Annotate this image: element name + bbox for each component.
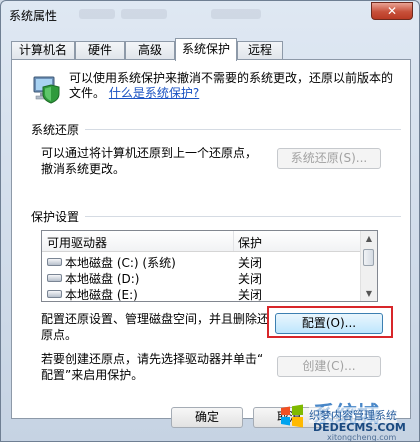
create-description-line1: 若要创建还原点，请先选择驱动器并单击“ — [41, 352, 264, 366]
configure-description-line2: 原点。 — [41, 328, 78, 342]
blurred-title-decoration — [79, 9, 115, 19]
group-divider — [85, 216, 401, 217]
tab-hardware[interactable]: 硬件 — [75, 41, 125, 60]
system-restore-group-label: 系统还原 — [31, 123, 80, 137]
scroll-up-arrow-icon[interactable]: ▲ — [361, 231, 377, 246]
drive-list-header: 可用驱动器 保护 — [42, 231, 362, 252]
protection-settings-group-label: 保护设置 — [31, 210, 80, 224]
vertical-scrollbar[interactable]: ▲ ▼ — [360, 231, 377, 301]
create-button[interactable]: 创建(C)... — [277, 356, 381, 377]
highlight-box — [267, 306, 393, 338]
computer-shield-icon — [33, 76, 60, 104]
blurred-title-decoration — [121, 9, 167, 19]
drive-name: 本地磁盘 (E:) — [65, 288, 138, 302]
drive-list[interactable]: 可用驱动器 保护 本地磁盘 (C:) (系统) 关闭 本地磁盘 (D:) 关闭 … — [41, 230, 378, 302]
tab-advanced[interactable]: 高级 — [125, 41, 175, 60]
configure-description-line1: 配置还原设置、管理磁盘空间，并且删除还 — [41, 312, 270, 326]
blurred-title-decoration — [211, 9, 261, 19]
tab-remote[interactable]: 远程 — [237, 41, 283, 60]
tab-strip: 计算机名 硬件 高级 系统保护 远程 — [11, 38, 411, 61]
close-icon: ✕ — [386, 4, 398, 18]
intro-text: 可以使用系统保护来撤消不需要的系统更改，还原以前版本的文件。 什么是系统保护? — [69, 71, 399, 101]
table-row[interactable]: 本地磁盘 (E:) 关闭 — [42, 285, 362, 302]
scrollbar-thumb[interactable] — [363, 249, 374, 266]
hard-drive-icon — [47, 258, 62, 266]
create-description-line2: 配置”来启用保护。 — [41, 368, 144, 382]
table-row[interactable]: 本地磁盘 (C:) (系统) 关闭 — [42, 253, 362, 270]
what-is-system-protection-link[interactable]: 什么是系统保护? — [109, 86, 199, 100]
window-title: 系统属性 — [9, 9, 58, 23]
table-row[interactable]: 本地磁盘 (D:) 关闭 — [42, 269, 362, 286]
hard-drive-icon — [47, 290, 62, 298]
watermark: 系统城 织梦内容管理系统 DEDECMS.COM xitongcheng.com — [271, 397, 419, 442]
hard-drive-icon — [47, 274, 62, 282]
scroll-down-arrow-icon[interactable]: ▼ — [361, 286, 377, 301]
watermark-line3: xitongcheng.com — [327, 433, 397, 442]
group-divider — [85, 129, 401, 130]
restore-description-line2: 撤消系统更改。 — [41, 162, 126, 176]
restore-description-line1: 可以通过将计算机还原到上一个还原点， — [41, 146, 258, 160]
column-header-drives[interactable]: 可用驱动器 — [47, 234, 107, 251]
title-bar[interactable]: 系统属性 ✕ — [1, 1, 419, 29]
windows-logo-icon — [281, 404, 303, 428]
close-button[interactable]: ✕ — [371, 2, 413, 20]
system-restore-button[interactable]: 系统还原(S)... — [277, 148, 381, 169]
protection-status: 关闭 — [238, 288, 263, 302]
tab-computer-name[interactable]: 计算机名 — [11, 41, 75, 60]
tab-system-protection[interactable]: 系统保护 — [175, 38, 237, 61]
column-divider[interactable] — [233, 231, 234, 251]
ok-button[interactable]: 确定 — [171, 407, 243, 428]
column-header-protection[interactable]: 保护 — [238, 234, 262, 251]
system-properties-window: 系统属性 ✕ 计算机名 硬件 高级 系统保护 远程 可以使用系统保护来撤消不需要… — [0, 0, 420, 442]
